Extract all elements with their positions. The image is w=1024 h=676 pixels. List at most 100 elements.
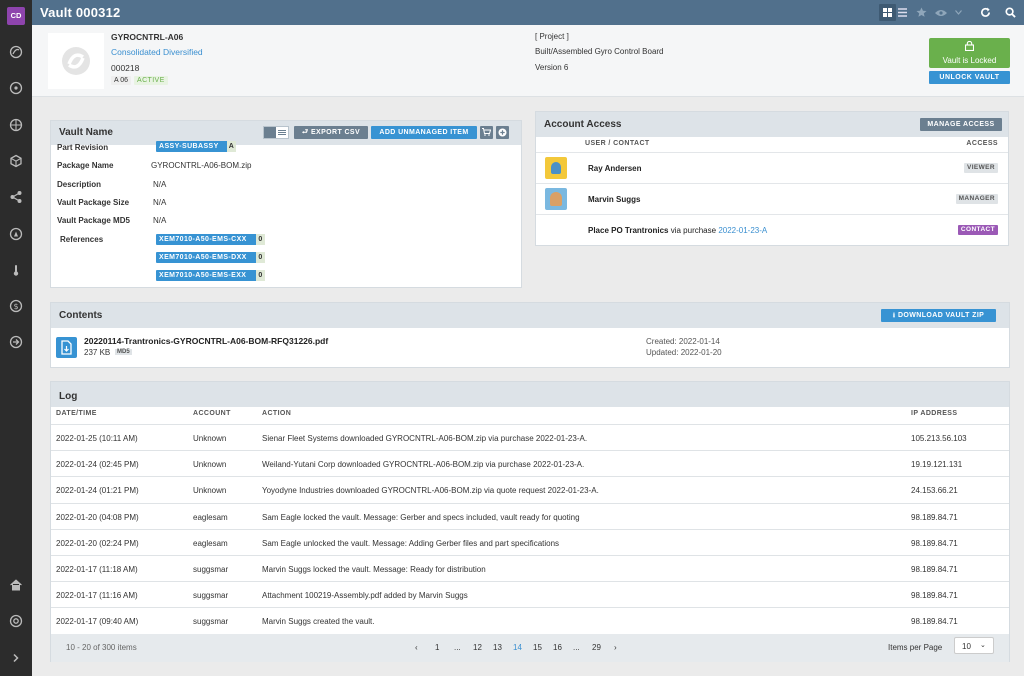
cart-icon[interactable] xyxy=(480,126,493,139)
log-action: Yoyodyne Industries downloaded GYROCNTRL… xyxy=(262,486,599,495)
reference-count: 0 xyxy=(256,234,265,245)
file-name-link[interactable]: 20220114-Trantronics-GYROCNTRL-A06-BOM-R… xyxy=(84,336,328,346)
download-label: DOWNLOAD VAULT ZIP xyxy=(897,312,985,319)
log-action-text: Yoyodyne Industries downloaded GYROCNTRL… xyxy=(262,486,548,496)
access-contact-name[interactable]: Place PO Trantronics xyxy=(588,226,668,235)
log-account: suggsmar xyxy=(193,565,229,574)
access-contact: Place PO Trantronics via purchase 2022-0… xyxy=(588,226,767,235)
log-action-text: Sienar Fleet Systems downloaded GYROCNTR… xyxy=(262,434,536,443)
log-row: 2022-01-25 (10:11 AM) Unknown Sienar Fleet… xyxy=(51,424,1009,450)
vault-header: GYROCNTRL-A06 Consolidated Diversified 0… xyxy=(32,25,1024,97)
log-action-text: Marvin Suggs locked the vault. Message: … xyxy=(262,565,486,574)
log-action-text: Attachment 100219-Assembly.pdf added by … xyxy=(262,591,468,601)
log-ip: 98.189.84.71 xyxy=(911,512,958,522)
network-icon[interactable] xyxy=(9,118,23,132)
page-link[interactable]: 13 xyxy=(493,643,502,652)
search-icon[interactable] xyxy=(1002,4,1019,21)
home-icon[interactable] xyxy=(9,578,23,592)
account-column-header[interactable]: ACCOUNT xyxy=(193,410,231,417)
page-link[interactable]: 16 xyxy=(553,643,562,652)
access-role-badge: VIEWER xyxy=(963,163,998,173)
add-circle-icon[interactable] xyxy=(496,126,509,139)
expand-icon[interactable] xyxy=(9,651,23,665)
current-page[interactable]: 14 xyxy=(513,643,522,652)
next-page-icon[interactable]: › xyxy=(614,643,617,652)
project-tag: [ Project ] xyxy=(535,32,569,41)
grid-toggle-icon[interactable] xyxy=(264,127,276,138)
ip-column-header[interactable]: IP ADDRESS xyxy=(911,410,957,417)
log-row: 2022-01-17 (11:16 AM) suggsmar Attachment … xyxy=(51,581,1009,607)
access-user-name[interactable]: Marvin Suggs xyxy=(588,195,640,204)
cube-icon[interactable] xyxy=(9,154,23,168)
access-user-name[interactable]: Ray Andersen xyxy=(588,164,642,173)
contents-panel: Contents ⭳ DOWNLOAD VAULT ZIP 20220114-T… xyxy=(50,302,1010,368)
part-revision-chip[interactable]: ASSY-SUBASSY A xyxy=(156,141,236,152)
download-vault-zip-button[interactable]: ⭳ DOWNLOAD VAULT ZIP xyxy=(881,309,996,322)
avatar[interactable]: CD xyxy=(7,7,25,25)
items-per-page-select[interactable]: 10 ⌄ xyxy=(954,637,994,654)
dashboard-icon[interactable] xyxy=(9,45,23,59)
log-account: Unknown xyxy=(193,486,227,496)
left-nav: CD $ xyxy=(0,0,32,676)
log-row: 2022-01-17 (11:18 AM) suggsmar Marvin Sugg… xyxy=(51,555,1009,581)
log-action: Weiland-Yutani Corp downloaded GYROCNTRL… xyxy=(262,460,584,469)
purchase-link[interactable]: 2022-01-23-A xyxy=(536,434,585,443)
contents-panel-header: Contents ⭳ DOWNLOAD VAULT ZIP xyxy=(51,303,1009,328)
log-ip: 24.153.66.21 xyxy=(911,486,958,496)
log-ip: 98.189.84.71 xyxy=(911,565,958,574)
page-ellipsis[interactable]: ... xyxy=(454,643,461,652)
vault-panel-header: Vault Name ⮐ EXPORT CSV ADD UNMANAGED IT… xyxy=(51,121,521,145)
page-ellipsis[interactable]: ... xyxy=(573,643,580,652)
access-column-header: ACCESS xyxy=(966,140,998,147)
top-bar: Vault 000312 xyxy=(32,0,1024,25)
page-title: Vault 000312 xyxy=(40,5,121,20)
file-updated: Updated: 2022-01-20 xyxy=(646,348,722,357)
list-view-icon[interactable] xyxy=(894,4,911,21)
access-role-badge: MANAGER xyxy=(955,194,998,204)
eye-icon[interactable] xyxy=(932,4,949,21)
page-link[interactable]: 12 xyxy=(473,643,482,652)
file-size: 237 KB xyxy=(84,348,111,357)
dollar-icon[interactable]: $ xyxy=(9,299,23,313)
purchase-link[interactable]: 2022-01-23-A xyxy=(548,486,597,495)
add-unmanaged-item-button[interactable]: ADD UNMANAGED ITEM xyxy=(371,126,477,139)
signout-icon[interactable] xyxy=(9,335,23,349)
star-icon[interactable] xyxy=(913,4,930,21)
log-date: 2022-01-20 (04:08 PM) xyxy=(56,512,139,522)
export-csv-button[interactable]: ⮐ EXPORT CSV xyxy=(294,126,368,139)
reference-chip[interactable]: XEM7010-A50-EMS-CXX 0 xyxy=(156,234,265,245)
reference-chip[interactable]: XEM7010-A50-EMS-DXX 0 xyxy=(156,252,265,263)
action-column-header[interactable]: ACTION xyxy=(262,410,291,417)
help-icon[interactable] xyxy=(9,614,23,628)
page-link[interactable]: 1 xyxy=(435,643,439,652)
purchase-link[interactable]: 2022-01-23-A xyxy=(533,460,582,469)
share-icon[interactable] xyxy=(9,190,23,204)
reference-count: 0 xyxy=(256,270,265,281)
purchase-link[interactable]: 2022-01-23-A xyxy=(718,226,767,235)
refresh-icon[interactable] xyxy=(977,4,994,21)
manage-access-button[interactable]: MANAGE ACCESS xyxy=(920,118,1002,131)
page-link[interactable]: 29 xyxy=(592,643,601,652)
items-per-page-value: 10 xyxy=(962,642,971,651)
hazard-icon[interactable] xyxy=(9,81,23,95)
list-toggle-icon[interactable] xyxy=(278,130,286,131)
md5-tag[interactable]: MD5 xyxy=(115,349,132,355)
company-link[interactable]: Consolidated Diversified xyxy=(111,47,203,57)
file-created: Created: 2022-01-14 xyxy=(646,337,720,346)
thermometer-icon[interactable] xyxy=(9,263,23,277)
log-date: 2022-01-25 (10:11 AM) xyxy=(56,434,138,443)
log-date: 2022-01-17 (11:16 AM) xyxy=(56,591,138,601)
unlock-vault-button[interactable]: UNLOCK VAULT xyxy=(929,71,1010,84)
location-icon[interactable] xyxy=(9,227,23,241)
description-label: Description xyxy=(57,180,102,189)
revision-badge: A 06 xyxy=(111,76,132,85)
log-account: eaglesam xyxy=(193,512,228,522)
reference-chip[interactable]: XEM7010-A50-EMS-EXX 0 xyxy=(156,270,265,281)
locked-status-button[interactable]: Vault is Locked xyxy=(929,38,1010,68)
page-link[interactable]: 15 xyxy=(533,643,542,652)
company-logo xyxy=(48,33,104,89)
date-column-header[interactable]: DATE/TIME xyxy=(56,410,97,417)
account-access-panel: Account Access MANAGE ACCESS USER / CONT… xyxy=(535,111,1009,246)
chevron-down-icon[interactable] xyxy=(950,4,967,21)
prev-page-icon[interactable]: ‹ xyxy=(415,643,418,652)
